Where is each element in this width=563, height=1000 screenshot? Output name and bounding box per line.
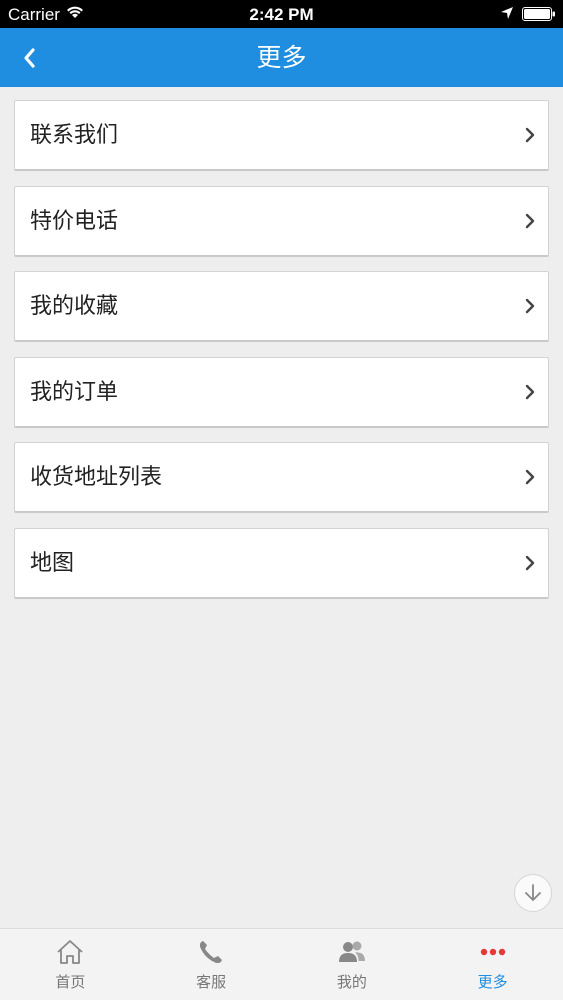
tab-more[interactable]: 更多 [422, 929, 563, 1000]
nav-bar: 更多 [0, 28, 563, 87]
menu-item-label: 地图 [30, 550, 75, 576]
more-dots-icon [480, 948, 505, 956]
menu-item-label: 收货地址列表 [30, 465, 163, 491]
menu-item-special-phone[interactable]: 特价电话 [14, 185, 549, 257]
tab-customer-service[interactable]: 客服 [141, 929, 282, 1000]
chevron-right-icon [525, 555, 535, 571]
chevron-right-icon [525, 470, 535, 485]
users-icon [338, 941, 365, 962]
chevron-right-icon [525, 384, 535, 399]
menu-item-label: 联系我们 [30, 123, 119, 148]
menu-item-address-list[interactable]: 收货地址列表 [14, 442, 549, 514]
tab-label: 首页 [55, 973, 86, 991]
chevron-right-icon [525, 127, 535, 143]
tab-label: 我的 [336, 973, 367, 991]
tab-bar: 首页 客服 我的 更多 [0, 928, 563, 1000]
menu-item-label: 特价电话 [30, 208, 119, 234]
menu-item-label: 我的收藏 [30, 294, 119, 320]
clock: 2:42 PM [249, 5, 314, 24]
menu-item-favorites[interactable]: 我的收藏 [14, 271, 549, 343]
tab-label: 客服 [196, 973, 227, 991]
scroll-down-button[interactable] [514, 874, 552, 912]
back-button[interactable] [22, 42, 58, 74]
page-title: 更多 [256, 43, 307, 72]
chevron-left-icon [24, 48, 35, 68]
status-bar: Carrier 2:42 PM [0, 0, 563, 28]
menu-item-map[interactable]: 地图 [14, 527, 549, 599]
phone-icon [200, 941, 223, 964]
arrow-down-icon [525, 884, 541, 901]
location-arrow-icon [501, 7, 513, 19]
menu-item-label: 我的订单 [30, 379, 119, 405]
menu-list: 联系我们 特价电话 我的收藏 我的订单 收货地址列表 地图 [14, 100, 549, 614]
battery-icon [522, 7, 555, 21]
chevron-right-icon [525, 298, 535, 314]
menu-item-contact-us[interactable]: 联系我们 [14, 100, 549, 171]
tab-mine[interactable]: 我的 [282, 929, 423, 1000]
home-icon [57, 940, 83, 964]
menu-item-orders[interactable]: 我的订单 [14, 356, 549, 428]
tab-label: 更多 [477, 973, 508, 991]
chevron-right-icon [525, 213, 535, 228]
tab-home[interactable]: 首页 [0, 929, 141, 1000]
